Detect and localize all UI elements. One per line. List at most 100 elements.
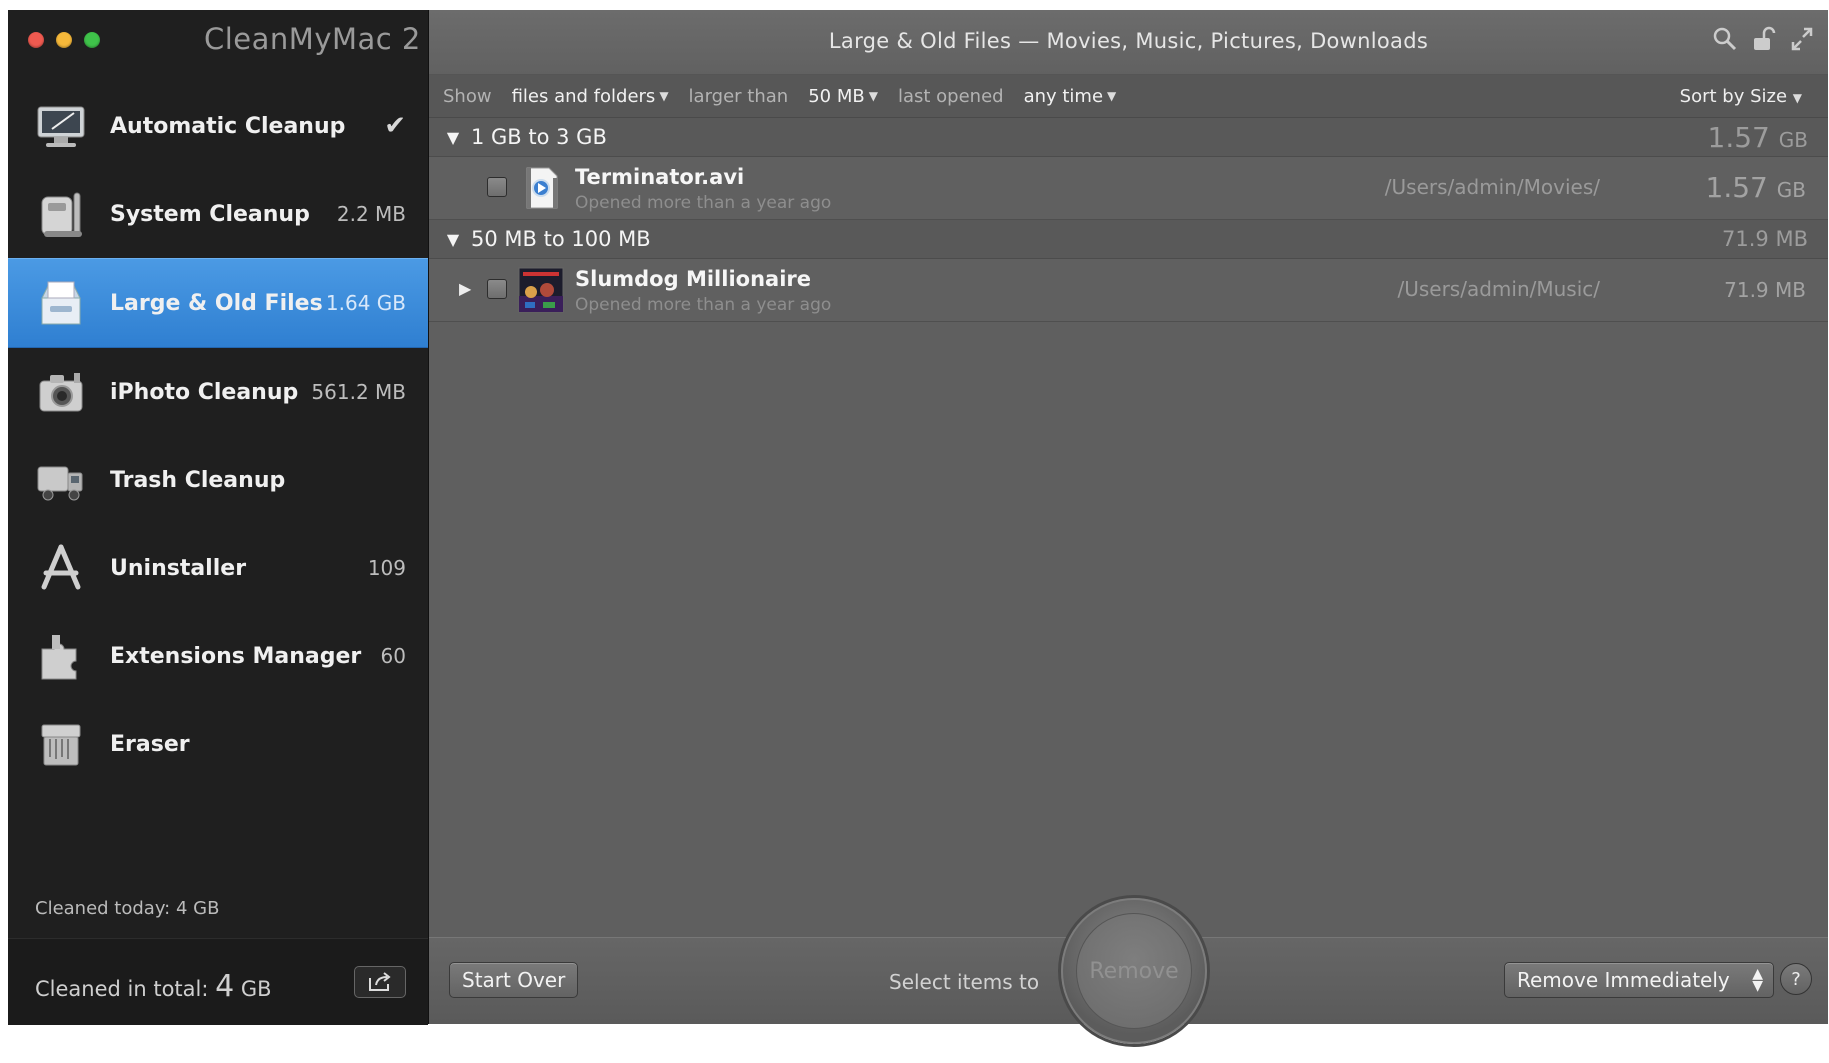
checkmark-icon: ✔ [384, 111, 406, 141]
remove-button[interactable]: Remove [1061, 898, 1207, 1044]
size-dropdown[interactable]: 50 MB [808, 86, 865, 107]
file-path: /Users/admin/Movies/ [1384, 175, 1600, 199]
chevron-down-icon: ▼ [659, 89, 669, 103]
search-icon[interactable] [1712, 26, 1738, 52]
file-row[interactable]: ▶ Slumdog Millionaire Opened more than a… [429, 259, 1828, 322]
monitor-icon [37, 106, 85, 147]
file-last-opened: Opened more than a year ago [575, 295, 832, 315]
cleaned-today-text: Cleaned today: 4 GB [35, 898, 220, 919]
file-size-unit: GB [1776, 178, 1806, 202]
file-row[interactable]: Terminator.avi Opened more than a year a… [429, 157, 1828, 220]
disclosure-open-icon[interactable]: ▼ [435, 230, 471, 249]
cleaned-total-unit: GB [240, 977, 272, 1001]
file-size: 1.57 GB [1706, 171, 1806, 204]
sidebar-item-value: 109 [367, 556, 406, 580]
window-title: Large & Old Files — Movies, Music, Pictu… [828, 29, 1429, 53]
app-store-icon [41, 544, 81, 590]
garbage-truck-icon [37, 466, 83, 501]
fullscreen-icon[interactable] [1790, 26, 1814, 52]
sort-dropdown[interactable]: Sort by Size ▼ [1680, 86, 1808, 107]
file-checkbox[interactable] [487, 279, 507, 299]
updown-arrows-icon: ▲ ▼ [1752, 966, 1763, 994]
sidebar-item-label: Uninstaller [110, 555, 247, 581]
group-size-unit: GB [1778, 127, 1808, 152]
share-button[interactable] [354, 966, 406, 998]
chevron-down-icon: ▼ [868, 89, 878, 103]
window-controls [28, 32, 100, 48]
shredder-icon [41, 724, 81, 766]
titlebar: Large & Old Files — Movies, Music, Pictu… [429, 10, 1828, 75]
zoom-window-button[interactable] [84, 32, 100, 48]
remove-button-label: Remove [1076, 913, 1192, 1029]
main-panel: Large & Old Files — Movies, Music, Pictu… [429, 10, 1828, 1044]
group-header[interactable]: ▼ 50 MB to 100 MB 71.9 MB [429, 220, 1828, 259]
camera-icon [39, 373, 83, 412]
help-button[interactable]: ? [1780, 963, 1812, 995]
app-title: CleanMyMac 2 [204, 22, 421, 56]
file-path: /Users/admin/Music/ [1397, 277, 1600, 301]
group-title: 1 GB to 3 GB [471, 125, 607, 149]
group-size-number: 1.57 [1707, 120, 1770, 154]
chevron-down-icon: ▼ [1792, 90, 1802, 105]
cleaned-total-label: Cleaned in total: [35, 977, 209, 1001]
file-size-number: 1.57 [1705, 171, 1768, 204]
sidebar-item-label: System Cleanup [110, 201, 310, 227]
group-title: 50 MB to 100 MB [471, 227, 651, 251]
sidebar-item-extensions-manager[interactable]: Extensions Manager 60 [8, 612, 428, 700]
file-size: 71.9 MB [1724, 278, 1806, 302]
sidebar-item-value: 2.2 MB [336, 202, 406, 226]
file-checkbox[interactable] [487, 177, 507, 197]
sidebar-item-value: 1.64 GB [325, 291, 406, 315]
cleaned-total-text: Cleaned in total: 4 GB [35, 969, 272, 1004]
vacuum-icon [41, 192, 82, 237]
start-over-button[interactable]: Start Over [449, 962, 579, 998]
sidebar-item-label: iPhoto Cleanup [110, 379, 299, 405]
sidebar-item-label: Eraser [110, 731, 190, 757]
file-box-icon [41, 281, 81, 325]
group-size: 71.9 MB [1722, 227, 1808, 251]
app-window: CleanMyMac 2 Automatic Cleanup ✔ System … [8, 10, 1828, 1044]
sidebar-item-iphoto-cleanup[interactable]: iPhoto Cleanup 561.2 MB [8, 348, 428, 436]
group-header[interactable]: ▼ 1 GB to 3 GB 1.57 GB [429, 118, 1828, 157]
sidebar-item-label: Large & Old Files [110, 290, 323, 316]
larger-than-label: larger than [688, 85, 789, 107]
sidebar-item-eraser[interactable]: Eraser [8, 700, 428, 788]
sidebar-item-value: 561.2 MB [311, 380, 406, 404]
sidebar-footer: Cleaned in total: 4 GB [8, 938, 428, 1025]
sidebar-item-label: Automatic Cleanup [110, 113, 346, 139]
select-hint-text: Select items to [889, 970, 1040, 994]
file-last-opened: Opened more than a year ago [575, 193, 832, 213]
sidebar-item-uninstaller[interactable]: Uninstaller 109 [8, 524, 428, 612]
sidebar-item-large-old-files[interactable]: Large & Old Files 1.64 GB [8, 258, 428, 348]
sort-label: Sort by Size [1679, 85, 1788, 107]
close-window-button[interactable] [28, 32, 44, 48]
sidebar-item-label: Trash Cleanup [110, 467, 286, 493]
video-file-icon [526, 167, 558, 209]
sidebar-item-trash-cleanup[interactable]: Trash Cleanup [8, 436, 428, 524]
last-opened-label: last opened [897, 85, 1004, 107]
show-dropdown[interactable]: files and folders [512, 86, 656, 107]
album-art-icon [518, 267, 564, 313]
last-opened-dropdown[interactable]: any time [1024, 86, 1103, 107]
remove-mode-select[interactable]: Remove Immediately ▲ ▼ [1504, 962, 1774, 998]
cleaned-total-number: 4 [215, 969, 235, 1004]
bottom-bar: Start Over Select items to Remove Remove… [429, 898, 1828, 1044]
share-icon [369, 972, 391, 991]
lock-icon[interactable] [1752, 26, 1776, 52]
sidebar-item-automatic-cleanup[interactable]: Automatic Cleanup ✔ [8, 82, 428, 170]
disclosure-closed-icon[interactable]: ▶ [459, 279, 471, 298]
disclosure-open-icon[interactable]: ▼ [435, 128, 471, 147]
sidebar-item-system-cleanup[interactable]: System Cleanup 2.2 MB [8, 170, 428, 258]
file-name: Terminator.avi [575, 165, 745, 189]
filter-bar: Show files and folders ▼ larger than 50 … [429, 75, 1828, 118]
sidebar-nav: Automatic Cleanup ✔ System Cleanup 2.2 M… [8, 82, 428, 788]
titlebar-tools [1712, 26, 1814, 52]
chevron-down-icon: ▼ [1107, 89, 1117, 103]
sidebar-item-value: 60 [380, 644, 406, 668]
remove-mode-label: Remove Immediately [1517, 968, 1730, 992]
sidebar: CleanMyMac 2 Automatic Cleanup ✔ System … [8, 10, 429, 1025]
minimize-window-button[interactable] [56, 32, 72, 48]
sidebar-item-label: Extensions Manager [110, 643, 362, 669]
group-size: 1.57 GB [1708, 121, 1808, 154]
show-label: Show [443, 85, 492, 107]
